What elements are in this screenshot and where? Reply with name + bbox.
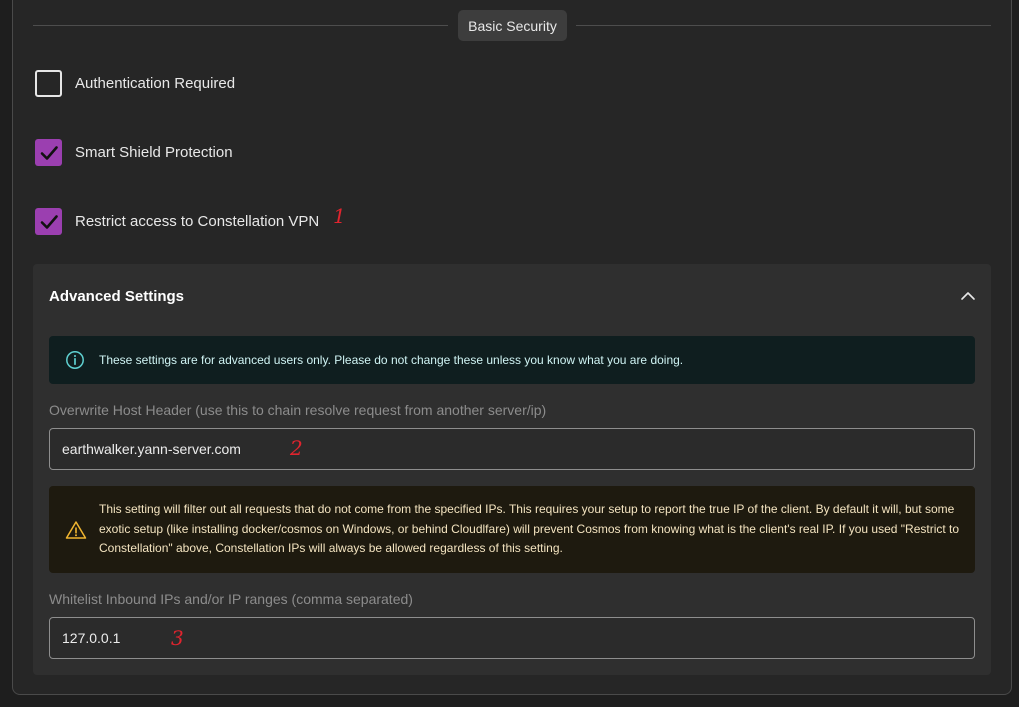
info-alert-text: These settings are for advanced users on…: [99, 353, 684, 367]
checkbox-smart-shield[interactable]: Smart Shield Protection: [35, 139, 233, 166]
checkbox-checked[interactable]: [35, 139, 62, 166]
host-header-label: Overwrite Host Header (use this to chain…: [49, 402, 547, 418]
checkmark-icon: [40, 214, 58, 229]
whitelist-label: Whitelist Inbound IPs and/or IP ranges (…: [49, 591, 413, 607]
checkbox-checked[interactable]: [35, 208, 62, 235]
checkbox-label: Restrict access to Constellation VPN: [75, 213, 320, 230]
checkbox-label: Authentication Required: [75, 75, 236, 92]
info-alert: These settings are for advanced users on…: [49, 336, 975, 384]
section-title-chip: Basic Security: [458, 10, 567, 41]
chevron-up-icon[interactable]: [959, 288, 977, 304]
checkbox-label: Smart Shield Protection: [75, 144, 233, 161]
checkbox-unchecked[interactable]: [35, 70, 62, 97]
host-header-input[interactable]: earthwalker.yann-server.com: [49, 428, 975, 470]
accordion-title[interactable]: Advanced Settings: [49, 288, 184, 305]
checkbox-authentication-required[interactable]: Authentication Required: [35, 70, 235, 97]
warning-alert-text: This setting will filter out all request…: [99, 502, 960, 556]
section-divider-left: [33, 25, 448, 26]
section-divider-right: [576, 25, 991, 26]
info-circle-icon: [66, 351, 84, 369]
checkmark-icon: [40, 145, 58, 160]
advanced-settings-accordion: Advanced Settings These settings are for…: [33, 264, 991, 675]
checkbox-restrict-constellation[interactable]: Restrict access to Constellation VPN: [35, 208, 319, 235]
annotation-marker: 3: [171, 626, 184, 650]
whitelist-input[interactable]: 127.0.0.1: [49, 617, 975, 659]
annotation-marker: 1: [333, 204, 346, 228]
warning-alert: This setting will filter out all request…: [49, 486, 975, 573]
warning-triangle-icon: [65, 520, 87, 539]
annotation-marker: 2: [290, 436, 303, 460]
